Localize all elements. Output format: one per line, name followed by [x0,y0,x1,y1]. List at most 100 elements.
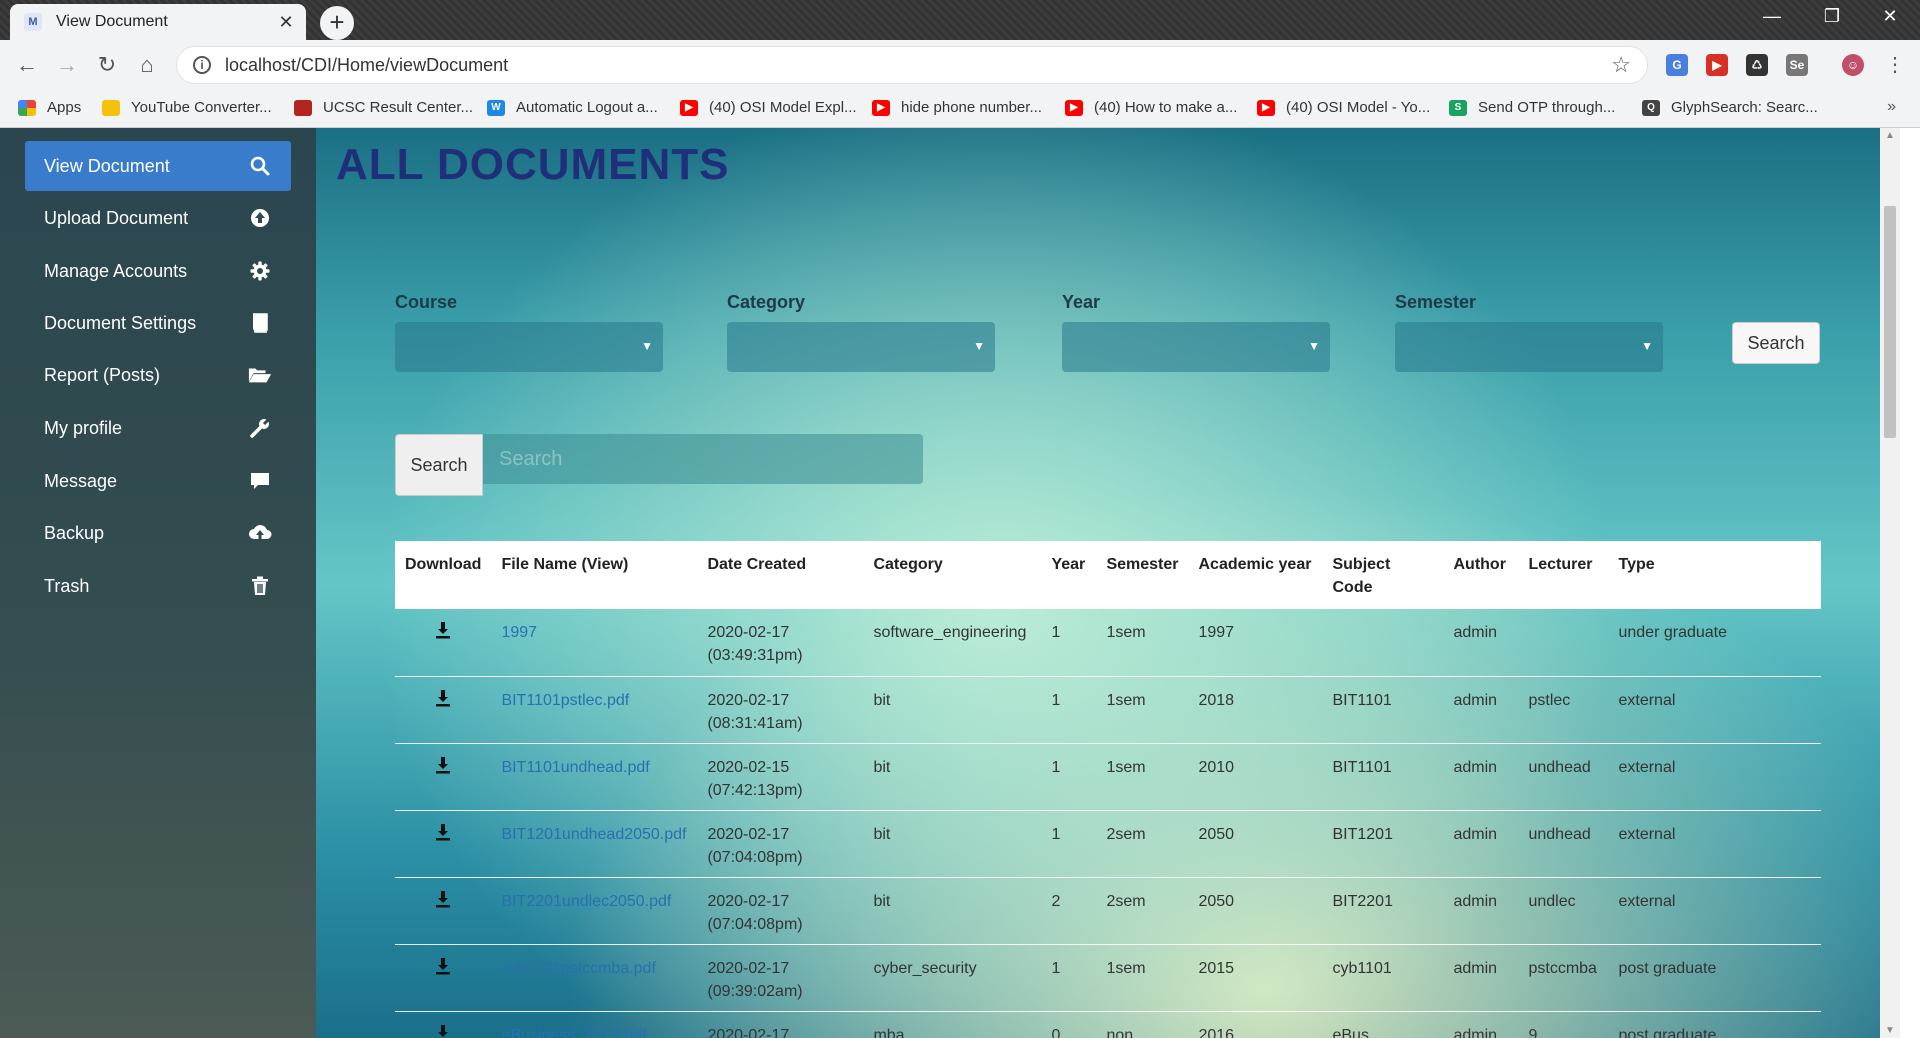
page-scrollbar[interactable]: ▲ ▼ [1880,128,1900,1038]
translate-extension-icon[interactable]: G [1666,54,1688,76]
date-text: 2020-02-17 [707,624,790,641]
address-bar[interactable]: i localhost/CDI/Home/viewDocument ☆ [176,46,1648,84]
bookmark-star-icon[interactable]: ☆ [1611,52,1631,78]
lecturer-cell [1518,609,1609,677]
sidebar-item-document-settings[interactable]: Document Settings [25,298,291,348]
category-cell: bit [863,676,1042,744]
forward-arrow-icon[interactable]: → [52,52,82,78]
semester-cell: 1sem [1096,944,1189,1012]
download-icon[interactable] [435,957,451,975]
semester-select[interactable]: ▼ [1395,322,1663,372]
sidebar-item-backup[interactable]: Backup [25,508,291,558]
time-text: (07:42:13pm) [707,781,803,799]
download-icon[interactable] [435,621,451,639]
academic-year-cell: 2018 [1188,676,1323,744]
file-link[interactable]: eBusiness_2018.pdf [501,1027,646,1038]
year-select[interactable]: ▼ [1062,322,1330,372]
bookmark-label: YouTube Converter... [131,99,272,116]
file-link[interactable]: BIT1201undhead2050.pdf [501,826,686,843]
bookmark-automatic-logout[interactable]: W Automatic Logout a... [487,99,658,116]
file-link[interactable]: BIT1101undhead.pdf [501,759,649,776]
filter-search-button[interactable]: Search [1732,322,1820,364]
new-tab-button[interactable]: + [320,6,354,40]
date-created-cell: 2020-02-17 (08:31:41am) [697,676,864,744]
sidebar-item-my-profile[interactable]: My profile [25,403,291,453]
selenium-extension-icon[interactable]: Se [1786,54,1808,76]
close-window-icon[interactable]: ✕ [1870,6,1910,27]
restore-window-icon[interactable]: ❐ [1812,6,1852,27]
bookmark-send-otp[interactable]: S Send OTP through... [1449,99,1615,116]
scroll-up-icon[interactable]: ▲ [1885,130,1895,141]
youtube-icon: ▶ [1257,99,1275,116]
category-cell: bit [863,810,1042,878]
file-link[interactable]: cyb1101pstccmba.pdf [501,960,655,977]
course-label: Course [395,292,458,312]
type-cell: external [1608,743,1821,811]
scrollbar-thumb[interactable] [1884,206,1896,438]
file-name-cell: cyb1101pstccmba.pdf [491,944,698,1012]
sidebar-item-view-document[interactable]: View Document [25,141,291,191]
course-filter: Course ▼ [395,292,663,372]
apps-icon [18,99,36,116]
reload-icon[interactable]: ↻ [92,52,122,78]
sidebar-item-manage-accounts[interactable]: Manage Accounts [25,246,291,296]
extension-icon[interactable]: ♺ [1746,54,1768,76]
documents-table: Download File Name (View) Date Created C… [395,541,1821,1038]
sidebar-item-report-posts[interactable]: Report (Posts) [25,350,291,400]
bookmark-hide-phone[interactable]: ▶ hide phone number... [872,99,1042,116]
semester-cell: 1sem [1096,609,1189,677]
minimize-window-icon[interactable]: — [1752,6,1792,27]
url-text[interactable]: localhost/CDI/Home/viewDocument [225,55,1611,76]
sidebar-item-label: Upload Document [44,207,189,228]
file-link[interactable]: BIT1101pstlec.pdf [501,692,629,709]
file-name-cell: BIT1101undhead.pdf [491,743,698,811]
course-select[interactable]: ▼ [395,322,663,372]
bookmark-apps[interactable]: Apps [18,99,81,116]
browser-tab[interactable]: M View Document ✕ [10,4,306,40]
close-tab-icon[interactable]: ✕ [276,12,296,33]
sidebar-item-label: Document Settings [44,312,197,333]
bookmark-osi-model-yo[interactable]: ▶ (40) OSI Model - Yo... [1257,99,1430,116]
file-link[interactable]: 1997 [501,624,537,641]
bookmark-osi-model-expl[interactable]: ▶ (40) OSI Model Expl... [680,99,857,116]
year-cell: 1 [1041,944,1097,1012]
year-cell: 2 [1041,877,1097,945]
file-link[interactable]: BIT2201undlec2050.pdf [501,893,671,910]
browser-menu-icon[interactable]: ⋮ [1880,52,1910,77]
download-icon[interactable] [435,689,451,707]
column-header: Category [873,556,943,573]
download-icon[interactable] [435,1024,451,1038]
date-text: 2020-02-17 [707,959,790,977]
bookmarks-more-icon[interactable]: » [1887,98,1896,116]
bookmark-how-to-make[interactable]: ▶ (40) How to make a... [1065,99,1237,116]
bookmark-ucsc[interactable]: UCSC Result Center... [294,99,473,116]
table-row: BIT1201undhead2050.pdf 2020-02-17 (07:04:0… [395,810,1821,878]
download-icon[interactable] [435,823,451,841]
category-select[interactable]: ▼ [727,322,995,372]
year-cell: 1 [1041,743,1097,811]
back-arrow-icon[interactable]: ← [12,52,42,78]
scroll-down-icon[interactable]: ▼ [1885,1025,1895,1036]
sidebar-item-label: Report (Posts) [44,364,161,385]
home-icon[interactable]: ⌂ [132,52,162,78]
sidebar-item-upload-document[interactable]: Upload Document [25,193,291,243]
download-cell [395,877,492,945]
sidebar-item-trash[interactable]: Trash [25,561,291,611]
bookmark-glyphsearch[interactable]: Q GlyphSearch: Searc... [1642,99,1818,116]
date-created-cell: 2020-02-17 (07:04:08pm) [697,810,864,878]
table-header-row: Download File Name (View) Date Created C… [395,541,1821,609]
lecturer-cell: undlec [1518,877,1609,945]
page-title: ALL DOCUMENTS [336,140,730,189]
author-cell: admin [1443,944,1519,1012]
profile-avatar-icon[interactable]: ☺ [1842,54,1864,76]
site-info-icon[interactable]: i [193,56,211,74]
sidebar-item-message[interactable]: Message [25,456,291,506]
academic-year-cell: 1997 [1188,609,1323,677]
date-text: 2020-02-17 [707,892,790,910]
semester-cell: 2sem [1096,877,1189,945]
video-extension-icon[interactable]: ▶ [1706,54,1728,76]
bookmark-youtube-converter[interactable]: YouTube Converter... [102,99,272,116]
download-icon[interactable] [435,890,451,908]
download-icon[interactable] [435,756,451,774]
search-input[interactable] [483,434,923,484]
